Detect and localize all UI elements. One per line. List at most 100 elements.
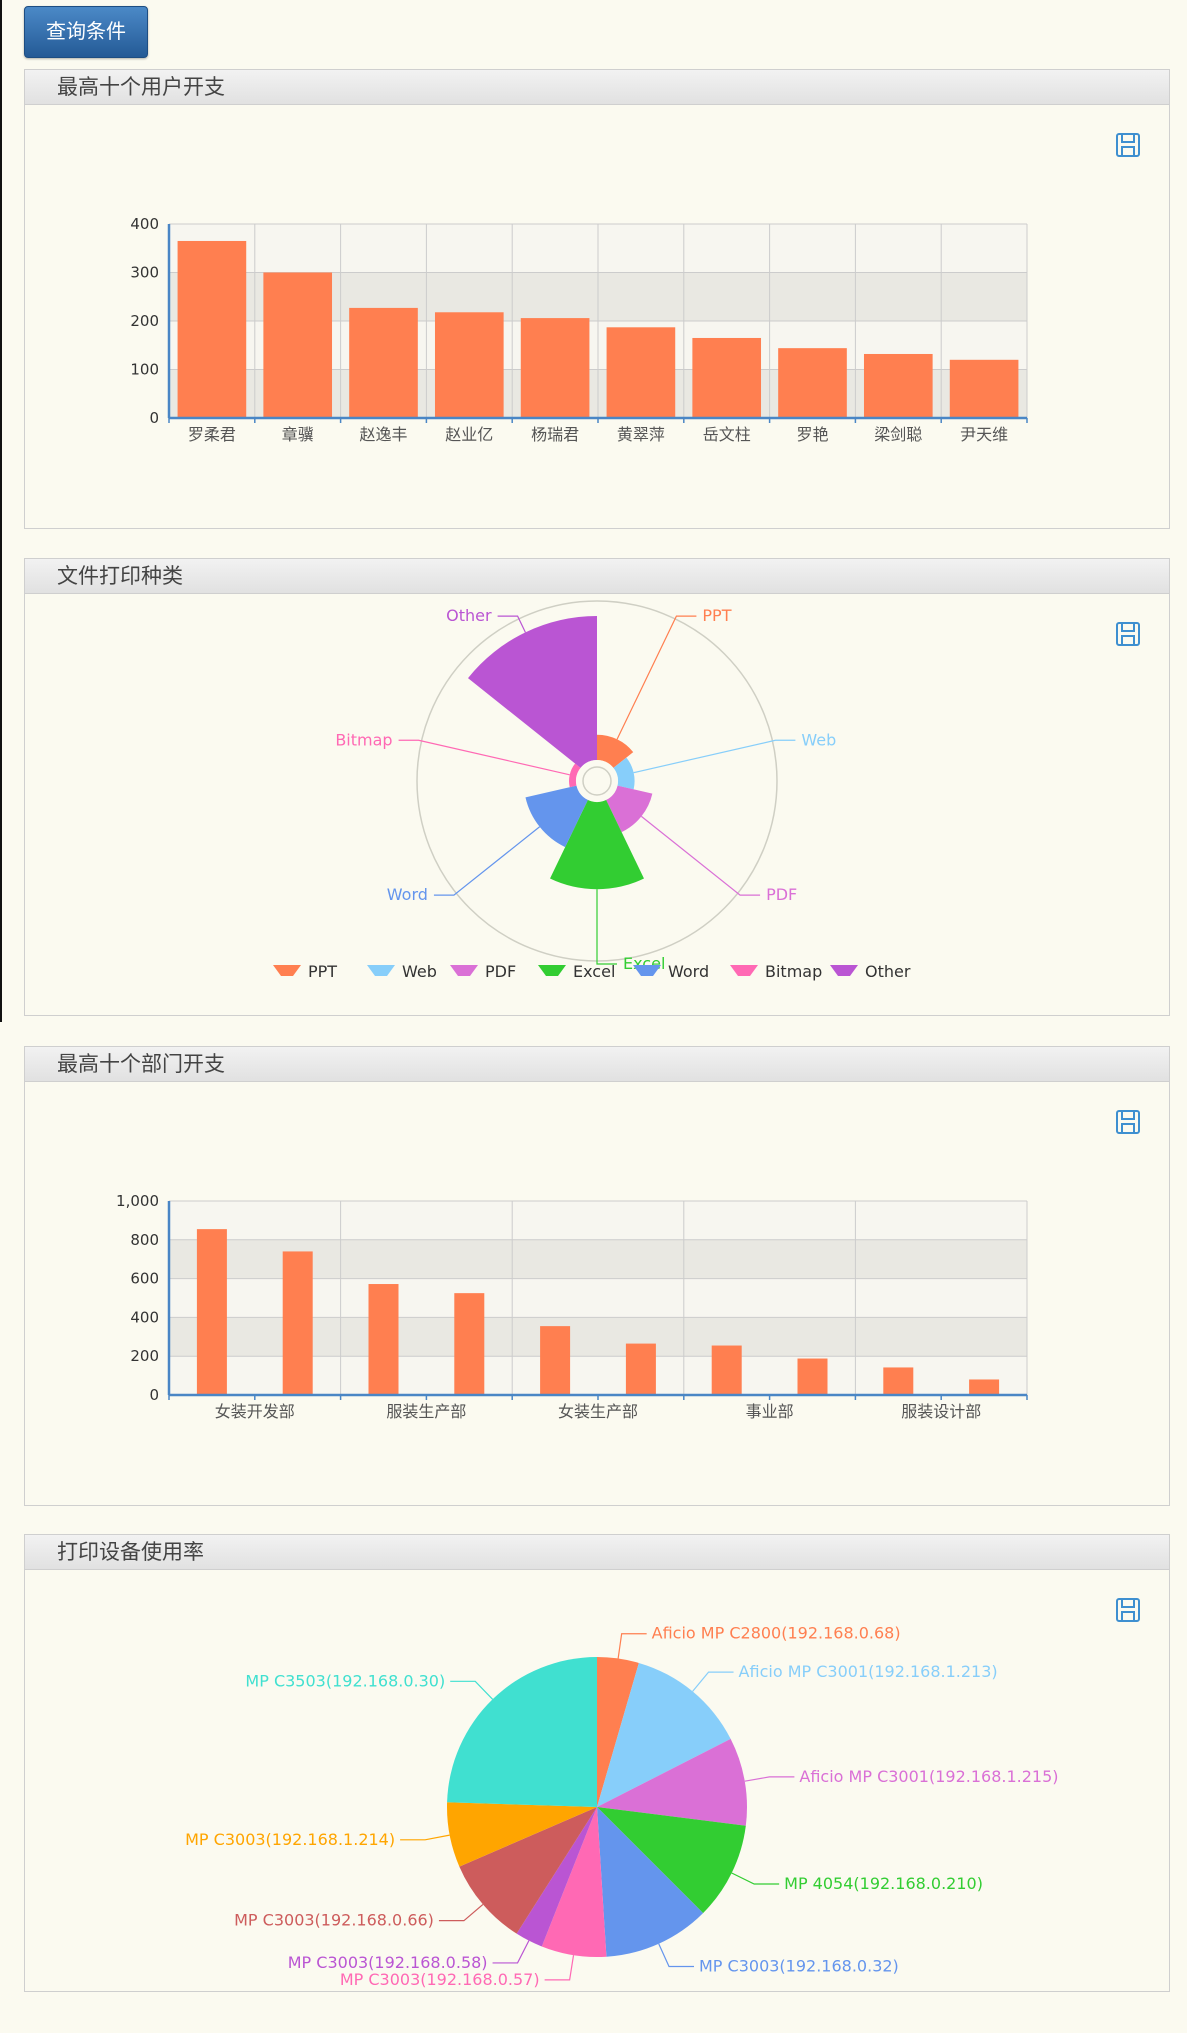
slice-label: MP C3003(192.168.0.66) xyxy=(234,1911,434,1930)
legend-swatch xyxy=(450,965,478,976)
leader-line xyxy=(616,615,697,740)
legend-swatch xyxy=(367,965,395,976)
slice-label: PDF xyxy=(766,885,797,904)
slice-label: Other xyxy=(446,606,492,625)
device-usage-pie-chart: Aficio MP C2800(192.168.0.68) Aficio MP C… xyxy=(185,1624,1058,1989)
bar xyxy=(711,1345,742,1395)
bar xyxy=(797,1358,828,1395)
leader-line xyxy=(658,1943,695,1968)
bar xyxy=(263,272,333,418)
x-tick-label: 赵业亿 xyxy=(445,425,493,444)
department-spending-bar-chart: 0 200 400 600 800 1,000 女装开发部 服装生产部 女装生产部 事业部 服装设计… xyxy=(116,1192,1028,1421)
left-border-line xyxy=(0,0,2,1022)
legend-label: Web xyxy=(402,962,437,981)
bar xyxy=(949,359,1019,418)
y-tick-label: 800 xyxy=(130,1231,159,1249)
y-tick-label: 100 xyxy=(130,361,159,379)
bar xyxy=(692,337,762,418)
x-tick-label: 黄翠萍 xyxy=(617,425,665,444)
y-tick-label: 400 xyxy=(130,215,159,233)
slice-label: MP 4054(192.168.0.210) xyxy=(784,1874,983,1893)
legend-swatch xyxy=(830,965,858,976)
y-tick-label: 0 xyxy=(149,409,159,427)
leader-line xyxy=(633,739,796,774)
bar xyxy=(625,1343,656,1395)
leader-line xyxy=(692,1671,734,1692)
bar xyxy=(520,318,590,418)
user-spending-bar-chart: 0 100 200 300 400 罗柔君 章骥 赵逸丰 赵业亿 杨瑞君 黄翠萍 岳文柱 罗艳 梁剑聪 尹天… xyxy=(130,215,1028,444)
leader-line xyxy=(641,815,761,896)
bar xyxy=(778,348,847,418)
slice-label: MP C3503(192.168.0.30) xyxy=(245,1671,445,1690)
leader-line xyxy=(398,739,570,776)
x-tick-label: 服装设计部 xyxy=(901,1402,981,1421)
panel-title: 最高十个部门开支 xyxy=(25,1047,1169,1082)
slice-label: Bitmap xyxy=(335,730,392,749)
leader-line xyxy=(731,1872,780,1885)
legend-label: PDF xyxy=(485,962,516,981)
slice-label: MP C3003(192.168.0.58) xyxy=(288,1953,488,1972)
slice-label: MP C3003(192.168.0.57) xyxy=(340,1970,540,1989)
slice-label: Word xyxy=(387,885,428,904)
panel-title: 文件打印种类 xyxy=(25,559,1169,594)
slice-label: Web xyxy=(801,730,836,749)
legend-label: Other xyxy=(865,962,911,981)
leader-line xyxy=(492,1940,530,1964)
bar xyxy=(368,1284,399,1395)
legend-swatch xyxy=(273,965,301,976)
legend-label: Excel xyxy=(573,962,615,981)
x-tick-label: 章骥 xyxy=(282,425,314,444)
slice-label: MP C3003(192.168.0.32) xyxy=(699,1956,899,1975)
panel-top-users: 最高十个用户开支 0 100 200 300 400 罗柔君 章骥 赵逸丰 赵业亿 杨瑞君 黄翠萍 岳… xyxy=(24,69,1170,529)
x-tick-label: 梁剑聪 xyxy=(874,425,922,444)
panel-title: 最高十个用户开支 xyxy=(25,70,1169,105)
grid-band xyxy=(169,1201,1027,1240)
y-tick-label: 400 xyxy=(130,1308,159,1326)
leader-line xyxy=(400,1834,450,1841)
x-tick-label: 女装开发部 xyxy=(215,1402,295,1421)
slice-label: Aficio MP C3001(192.168.1.213) xyxy=(739,1662,998,1681)
bar xyxy=(282,1251,313,1395)
bar xyxy=(177,240,247,418)
legend-swatch xyxy=(633,965,661,976)
bar xyxy=(454,1293,485,1395)
slice-label: Aficio MP C3001(192.168.1.215) xyxy=(799,1767,1058,1786)
panel-title: 打印设备使用率 xyxy=(25,1535,1169,1570)
x-tick-label: 赵逸丰 xyxy=(359,425,407,444)
leader-line xyxy=(744,1776,795,1782)
bar xyxy=(196,1229,227,1395)
y-tick-label: 1,000 xyxy=(116,1192,159,1210)
leader-line xyxy=(617,1633,647,1659)
legend-label: PPT xyxy=(308,962,337,981)
bar xyxy=(349,307,418,418)
x-tick-label: 罗柔君 xyxy=(188,425,236,444)
query-conditions-button[interactable]: 查询条件 xyxy=(24,6,148,58)
panel-device-usage: 打印设备使用率 Aficio MP C2800(192.168.0.68) Afi… xyxy=(24,1534,1170,1992)
slice-label: Aficio MP C2800(192.168.0.68) xyxy=(652,1624,901,1643)
bar xyxy=(863,353,933,418)
y-tick-label: 600 xyxy=(130,1270,159,1288)
legend-swatch xyxy=(538,965,566,976)
legend-swatch xyxy=(730,965,758,976)
x-tick-label: 杨瑞君 xyxy=(531,425,579,444)
x-tick-label: 事业部 xyxy=(746,1402,794,1421)
slice-label: MP C3003(192.168.1.214) xyxy=(185,1830,395,1849)
y-tick-label: 300 xyxy=(130,264,159,282)
bar xyxy=(883,1367,914,1395)
leader-line xyxy=(450,1680,494,1700)
x-tick-label: 服装生产部 xyxy=(386,1402,466,1421)
leader-line xyxy=(544,1955,575,1981)
bar xyxy=(540,1326,571,1395)
legend-label: Bitmap xyxy=(765,962,822,981)
y-tick-label: 200 xyxy=(130,312,159,330)
x-tick-label: 尹天维 xyxy=(960,425,1008,444)
file-type-rose-chart: PPTWebPDFExcelWordBitmapOtherPPT Web PDF Ex… xyxy=(273,600,911,981)
x-tick-label: 岳文柱 xyxy=(703,425,751,444)
bar xyxy=(969,1379,1000,1395)
leader-line xyxy=(438,1903,484,1922)
x-tick-label: 罗艳 xyxy=(796,425,828,444)
pie-slice xyxy=(447,1657,597,1807)
y-tick-label: 0 xyxy=(149,1386,159,1404)
x-tick-label: 女装生产部 xyxy=(558,1402,638,1421)
bar xyxy=(434,312,504,418)
